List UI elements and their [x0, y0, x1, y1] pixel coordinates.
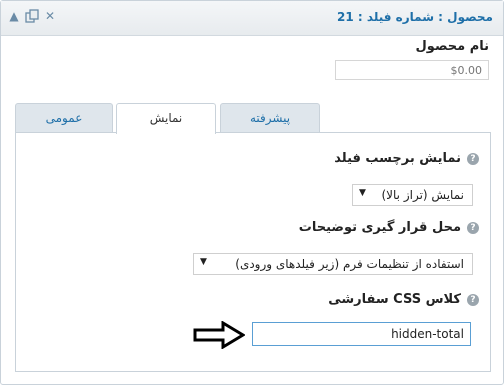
product-name-label: نام محصول	[415, 39, 489, 54]
panel-title: محصول : شماره فیلد : 21	[337, 10, 493, 24]
tab-advanced[interactable]: پیشرفته	[220, 103, 320, 133]
css-class-heading: ? کلاس CSS سفارشی	[328, 292, 479, 307]
tab-appearance[interactable]: نمایش	[116, 103, 216, 134]
help-icon[interactable]: ?	[467, 221, 479, 234]
field-settings-panel: ▲ ✕ محصول : شماره فیلد : 21 نام محصول پی…	[0, 0, 504, 385]
tab-general[interactable]: عمومی	[15, 103, 113, 133]
description-position-value: استفاده از تنظیمات فرم (زیر فیلدهای ورود…	[235, 257, 464, 271]
delete-icon[interactable]: ✕	[43, 9, 57, 23]
label-display-heading: ? نمایش برچسب فیلد	[334, 151, 479, 166]
description-position-label: محل قرار گیری توضیحات	[298, 220, 461, 235]
label-display-select[interactable]: نمایش (تراز بالا) ▼	[352, 184, 473, 206]
label-display-label: نمایش برچسب فیلد	[334, 151, 461, 166]
css-class-label: کلاس CSS سفارشی	[328, 292, 461, 307]
collapse-arrow-icon[interactable]: ▲	[7, 9, 21, 23]
css-class-input[interactable]	[252, 322, 471, 346]
panel-header: ▲ ✕ محصول : شماره فیلد : 21	[1, 1, 503, 36]
right-arrow-icon	[193, 321, 245, 349]
description-position-heading: ? محل قرار گیری توضیحات	[299, 220, 479, 235]
price-field[interactable]	[335, 60, 489, 80]
duplicate-icon[interactable]	[25, 9, 39, 23]
settings-tabs: پیشرفته نمایش عمومی	[15, 103, 491, 134]
label-display-value: نمایش (تراز بالا)	[381, 188, 465, 202]
chevron-down-icon: ▼	[200, 257, 207, 267]
description-position-select[interactable]: استفاده از تنظیمات فرم (زیر فیلدهای ورود…	[193, 253, 473, 275]
chevron-down-icon: ▼	[359, 188, 366, 198]
help-icon[interactable]: ?	[467, 152, 479, 165]
help-icon[interactable]: ?	[467, 293, 479, 306]
